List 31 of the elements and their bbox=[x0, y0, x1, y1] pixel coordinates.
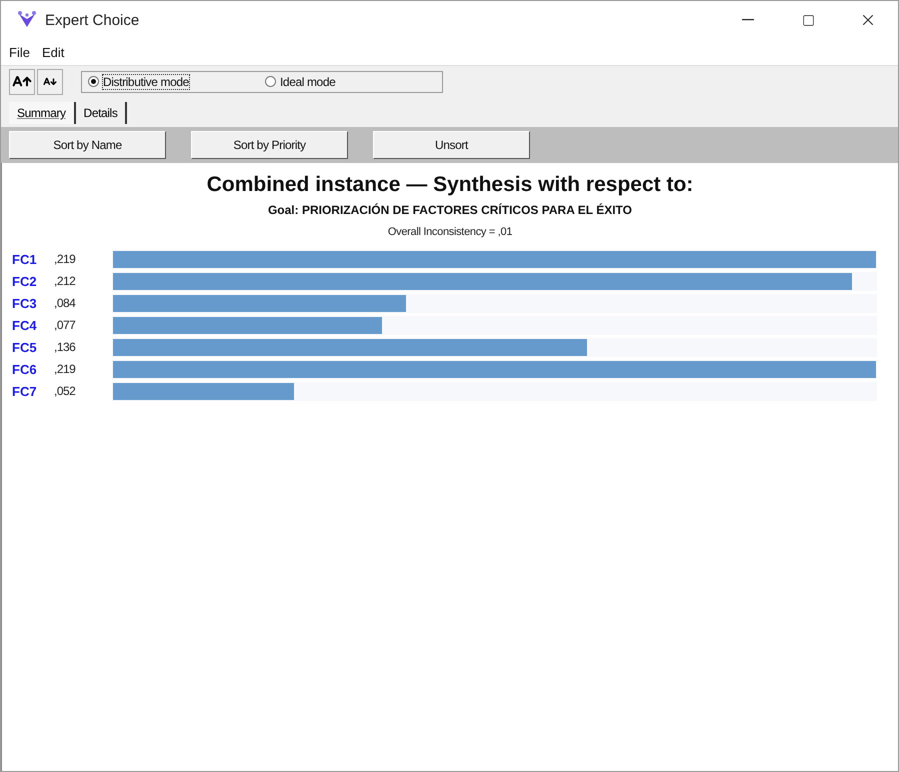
mode-radio[interactable]: Distributive mode bbox=[88, 74, 265, 88]
menu-item[interactable]: File bbox=[5, 42, 34, 62]
factor-name: FC1 bbox=[12, 252, 38, 266]
decrease-font-button[interactable] bbox=[37, 68, 63, 94]
priority-value: ,219 bbox=[54, 362, 76, 376]
menu-item[interactable]: Edit bbox=[38, 42, 68, 62]
minimize-icon bbox=[742, 19, 754, 21]
increase-font-button[interactable] bbox=[9, 68, 35, 94]
sort-button[interactable]: Unsort bbox=[373, 131, 530, 159]
priority-value: ,077 bbox=[54, 318, 76, 332]
priority-value: ,084 bbox=[54, 296, 76, 310]
factor-name: FC5 bbox=[12, 340, 38, 354]
sort-button[interactable]: Sort by Name bbox=[9, 131, 166, 159]
maximize-icon bbox=[802, 14, 814, 26]
priority-value: ,212 bbox=[54, 274, 76, 288]
factor-name: FC7 bbox=[12, 384, 38, 398]
inconsistency-label: Overall Inconsistency = ,01 bbox=[388, 226, 512, 238]
tab[interactable]: Summary bbox=[9, 102, 76, 124]
app-logo-icon bbox=[17, 11, 37, 29]
goal-label: Goal: PRIORIZACIÓN DE FACTORES CRÍTICOS PARA EL ÉXITO bbox=[268, 203, 632, 217]
priority-value: ,219 bbox=[54, 252, 76, 266]
report-title: Combined instance — Synthesis with respect to: bbox=[206, 173, 694, 197]
priority-value: ,136 bbox=[54, 340, 76, 354]
factor-name: FC2 bbox=[12, 274, 38, 288]
mode-radio[interactable]: Ideal mode bbox=[265, 74, 442, 88]
factor-name: FC3 bbox=[12, 296, 38, 310]
factor-name: FC6 bbox=[12, 362, 38, 376]
sort-button[interactable]: Sort by Priority bbox=[191, 131, 348, 159]
factor-name: FC4 bbox=[12, 318, 38, 332]
window-title: Expert Choice bbox=[45, 12, 140, 28]
priority-value: ,052 bbox=[54, 384, 76, 398]
